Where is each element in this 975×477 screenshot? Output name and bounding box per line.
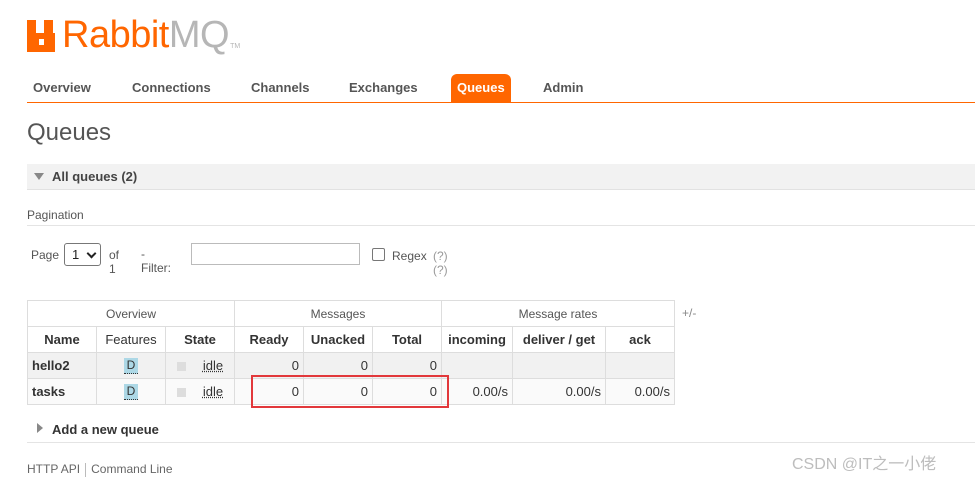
ack-rate: [605, 352, 675, 379]
queue-name-link[interactable]: tasks: [27, 378, 97, 405]
table-row: hello2 D idle 0 0 0: [27, 352, 675, 379]
tab-channels[interactable]: Channels: [245, 74, 316, 102]
column-header-features: Features: [96, 326, 166, 353]
collapse-triangle-icon: [34, 173, 44, 180]
regex-label: Regex: [392, 249, 427, 263]
page-label: Page: [31, 248, 60, 262]
regex-checkbox[interactable]: [372, 248, 385, 261]
page-count: of 1: [109, 248, 120, 276]
queue-state: idle: [202, 384, 224, 399]
total-count: 0: [372, 378, 442, 405]
logo-text-mq: MQ: [168, 14, 230, 56]
group-header-messages: Messages: [234, 300, 442, 327]
footer-divider: [85, 462, 87, 477]
state-indicator-icon: [176, 362, 186, 372]
unacked-count: 0: [303, 352, 373, 379]
filter-label: - Filter:: [141, 247, 171, 275]
group-header-overview: Overview: [27, 300, 235, 327]
filter-input[interactable]: [191, 243, 360, 265]
command-line-link[interactable]: Command Line: [91, 462, 172, 476]
logo-trademark: TM: [230, 43, 241, 50]
rabbitmq-logo: Rabbit MQ TM: [27, 14, 240, 54]
column-header-ready[interactable]: Ready: [234, 326, 304, 353]
queue-state: idle: [202, 358, 224, 373]
rabbitmq-logo-icon: [27, 20, 59, 52]
state-indicator-icon: [176, 388, 186, 398]
tab-queues[interactable]: Queues: [451, 74, 511, 102]
page-title: Queues: [27, 119, 112, 146]
queue-name-link[interactable]: hello2: [27, 352, 97, 379]
page-select[interactable]: 1: [64, 243, 101, 266]
column-header-deliver-get[interactable]: deliver / get: [512, 326, 606, 353]
table-row: tasks D idle 0 0 0 0.00/s 0.00/s 0.00/s: [27, 378, 675, 405]
column-header-state[interactable]: State: [165, 326, 235, 353]
total-count: 0: [372, 352, 442, 379]
incoming-rate: [441, 352, 513, 379]
durable-feature-badge: D: [123, 358, 139, 374]
main-nav: Overview Connections Channels Exchanges …: [27, 74, 975, 103]
column-header-unacked[interactable]: Unacked: [303, 326, 373, 353]
tab-admin[interactable]: Admin: [537, 74, 589, 102]
deliver-get-rate: 0.00/s: [512, 378, 606, 405]
chevron-down-icon: [86, 248, 97, 259]
queues-table: Overview Messages Message rates Name Fea…: [27, 300, 675, 405]
all-queues-label: All queues (2): [52, 169, 138, 184]
all-queues-toggle[interactable]: All queues (2): [27, 164, 975, 190]
regex-help-link[interactable]: (?)(?): [433, 249, 448, 277]
unacked-count: 0: [303, 378, 373, 405]
ack-rate: 0.00/s: [605, 378, 675, 405]
expand-triangle-icon: [37, 423, 43, 433]
page-select-value: 1: [72, 247, 80, 262]
pagination-heading: Pagination: [27, 208, 84, 222]
incoming-rate: 0.00/s: [441, 378, 513, 405]
footer: HTTP API Command Line: [27, 462, 173, 477]
durable-feature-badge: D: [123, 384, 139, 400]
column-header-ack[interactable]: ack: [605, 326, 675, 353]
column-toggle-link[interactable]: +/-: [682, 306, 696, 320]
ready-count: 0: [234, 378, 304, 405]
watermark-text: CSDN @IT之一小佬: [792, 456, 937, 473]
ready-count: 0: [234, 352, 304, 379]
column-header-name[interactable]: Name: [27, 326, 97, 353]
add-queue-toggle[interactable]: Add a new queue: [27, 418, 975, 443]
tab-overview[interactable]: Overview: [27, 74, 97, 102]
group-header-message-rates: Message rates: [441, 300, 675, 327]
deliver-get-rate: [512, 352, 606, 379]
tab-exchanges[interactable]: Exchanges: [343, 74, 424, 102]
logo-text-rabbit: Rabbit: [62, 14, 169, 56]
pagination-divider: [27, 225, 975, 226]
add-queue-label: Add a new queue: [52, 422, 159, 437]
column-header-total[interactable]: Total: [372, 326, 442, 353]
column-header-incoming[interactable]: incoming: [441, 326, 513, 353]
http-api-link[interactable]: HTTP API: [27, 462, 80, 476]
tab-connections[interactable]: Connections: [126, 74, 217, 102]
